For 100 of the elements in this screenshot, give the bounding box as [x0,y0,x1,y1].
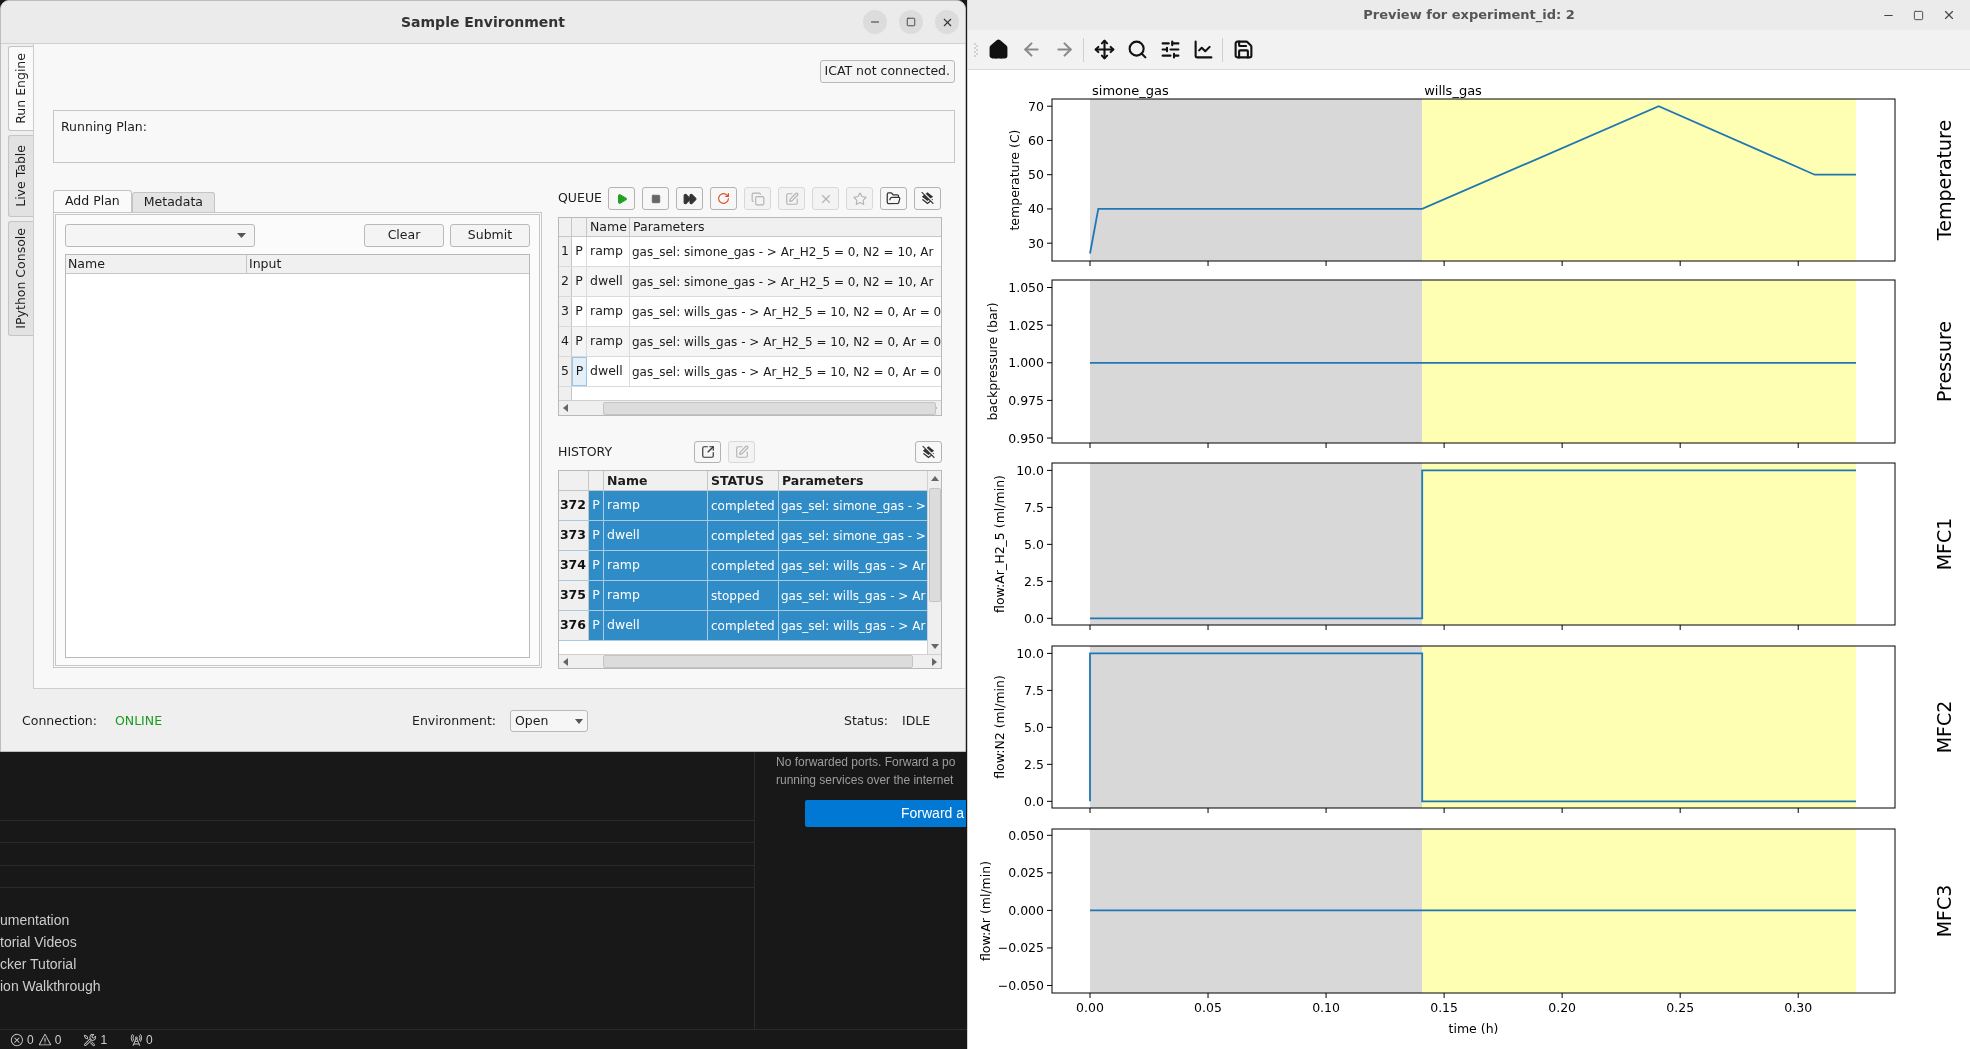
close-button[interactable] [935,10,959,34]
plan-dropdown[interactable] [65,224,255,247]
clear-button[interactable] [915,441,942,463]
table-cell-text: gas_sel: simone_gas - > [780,527,927,545]
table-cell-text: gas_sel: simone_gas - > [780,497,927,515]
fast-forward-button[interactable] [676,187,703,210]
clear-button[interactable] [914,187,941,210]
maximize-icon[interactable] [1913,9,1924,21]
column-header[interactable]: Name [66,255,247,273]
table-cell: P [589,581,604,610]
table-row[interactable]: 2 P dwell gas_sel: simone_gas - > Ar_H2_5 = 0, N2 = 10, Ar [559,267,941,297]
table-cell-text: gas_sel: wills_gas - > Ar [780,587,927,605]
play-button[interactable] [608,187,635,210]
table-row[interactable]: 5 P dwell gas_sel: wills_gas - > Ar_H2_5 = 10, N2 = 0, Ar = 0 [559,357,941,387]
table-row[interactable]: 3 P ramp gas_sel: wills_gas - > Ar_H2_5 = 10, N2 = 0, Ar = 0 [559,297,941,327]
home-icon [987,39,1009,60]
plan-action-button[interactable]: Clear [364,224,444,247]
tick-label: 7.5 [1024,682,1044,698]
tick-mark [1046,909,1053,911]
tick-mark [1046,242,1053,244]
tick-label: 0.0 [1024,793,1044,809]
scrollbar-thumb[interactable] [928,488,941,602]
open-button[interactable] [880,187,907,210]
table-row[interactable]: 374 P ramp completed gas_sel: wills_gas - > Ar [559,551,927,581]
tick-mark [1046,105,1053,107]
table-cell: dwell [604,611,708,640]
running-plan-label: Running Plan: [61,118,147,136]
side-tab[interactable]: Live Table [8,135,33,217]
restart-button[interactable] [710,187,737,210]
axis-label: temperature (C) [1007,129,1023,231]
tick-label: 0.0 [1024,610,1044,626]
row-header: 3 [559,297,572,326]
table-cell-text: gas_sel: wills_gas - > Ar_H2_5 = 10, N2 = 0, Ar = 0 [631,303,941,321]
plan-tab[interactable]: Metadata [131,192,215,212]
maximize-button[interactable] [899,10,923,34]
horizontal-scrollbar[interactable] [559,654,941,668]
stop-icon [650,193,661,204]
column-header[interactable]: Parameters [779,471,927,490]
table-cell: P [589,491,604,520]
panel-label: MFC2 [1933,700,1955,754]
stop-button[interactable] [642,187,669,210]
ports-message: No forwarded ports. Forward a po [776,754,956,771]
empty-row-header [559,387,572,400]
tick-mark [1797,624,1799,631]
vertical-scrollbar[interactable] [927,471,941,654]
column-header[interactable]: Name [604,471,708,490]
table-cell-text: gas_sel: simone_gas - > Ar_H2_5 = 0, N2 = 10, Ar [631,243,935,261]
table-row[interactable]: 376 P dwell completed gas_sel: wills_gas - > Ar [559,611,927,641]
row-header: 4 [559,327,572,356]
row-header: 375 [559,581,589,610]
tools-icon [83,1032,98,1047]
tick-mark [1089,807,1091,814]
walkthrough-link[interactable]: torial Videos [0,931,77,953]
tick-label: 0.05 [1194,1000,1222,1015]
scrollbar-thumb[interactable] [603,655,913,668]
tick-label: 70 [1028,98,1044,114]
tick-mark [1046,287,1053,289]
tick-mark [1046,985,1053,986]
table-cell-text: gas_sel: simone_gas - > Ar_H2_5 = 0, N2 = 10, Ar [631,273,935,291]
table-cell-text: gas_sel: wills_gas - > Ar [780,617,927,635]
walkthrough-link[interactable]: cker Tutorial [0,953,77,975]
tick-mark [1046,208,1053,210]
side-tab[interactable]: Run Engine [8,46,33,131]
export-icon [700,445,715,459]
column-header[interactable]: STATUS [708,471,779,490]
tick-mark [1046,834,1053,836]
tick-mark [1046,543,1053,545]
tick-mark [1207,624,1209,631]
table-row[interactable]: 4 P ramp gas_sel: wills_gas - > Ar_H2_5 = 10, N2 = 0, Ar = 0 [559,327,941,357]
tick-mark [1046,726,1053,728]
tick-label: 50 [1028,167,1044,183]
table-row[interactable]: 375 P ramp stopped gas_sel: wills_gas - > Ar [559,581,927,611]
table-row[interactable]: 1 P ramp gas_sel: simone_gas - > Ar_H2_5 = 0, N2 = 10, Ar [559,237,941,267]
export-button[interactable] [694,441,721,463]
environment-dropdown[interactable]: Open [510,710,589,732]
tick-mark [1046,652,1053,654]
column-header[interactable]: Name [587,218,630,236]
close-icon[interactable] [1942,8,1956,22]
tick-label: −0.025 [997,940,1044,956]
table-cell: completed [708,491,779,520]
tick-mark [1089,442,1091,449]
horizontal-scrollbar[interactable] [559,400,941,415]
column-header[interactable]: Input [247,255,529,273]
table-row[interactable]: 372 P ramp completed gas_sel: simone_gas - > [559,491,927,521]
minimize-button[interactable] [863,10,887,34]
table-row[interactable]: 373 P dwell completed gas_sel: simone_gas - > [559,521,927,551]
plan-action-button[interactable]: Submit [450,224,530,247]
icat-status-button[interactable]: ICAT not connected. [819,60,955,83]
phase-label: simone_gas [1092,83,1169,98]
table-cell: completed [708,521,779,550]
plan-tab[interactable]: Add Plan [53,190,132,212]
refresh-icon [717,192,730,205]
side-tab[interactable]: IPython Console [8,221,33,336]
walkthrough-link[interactable]: umentation [0,909,70,931]
column-header[interactable]: Parameters [630,218,941,236]
panel-label: Temperature [1933,119,1955,241]
scrollbar-thumb[interactable] [603,401,936,415]
walkthrough-link[interactable]: ion Walkthrough [0,975,101,997]
forward-port-button[interactable]: Forward a [805,800,966,827]
table-cell: ramp [587,327,630,356]
